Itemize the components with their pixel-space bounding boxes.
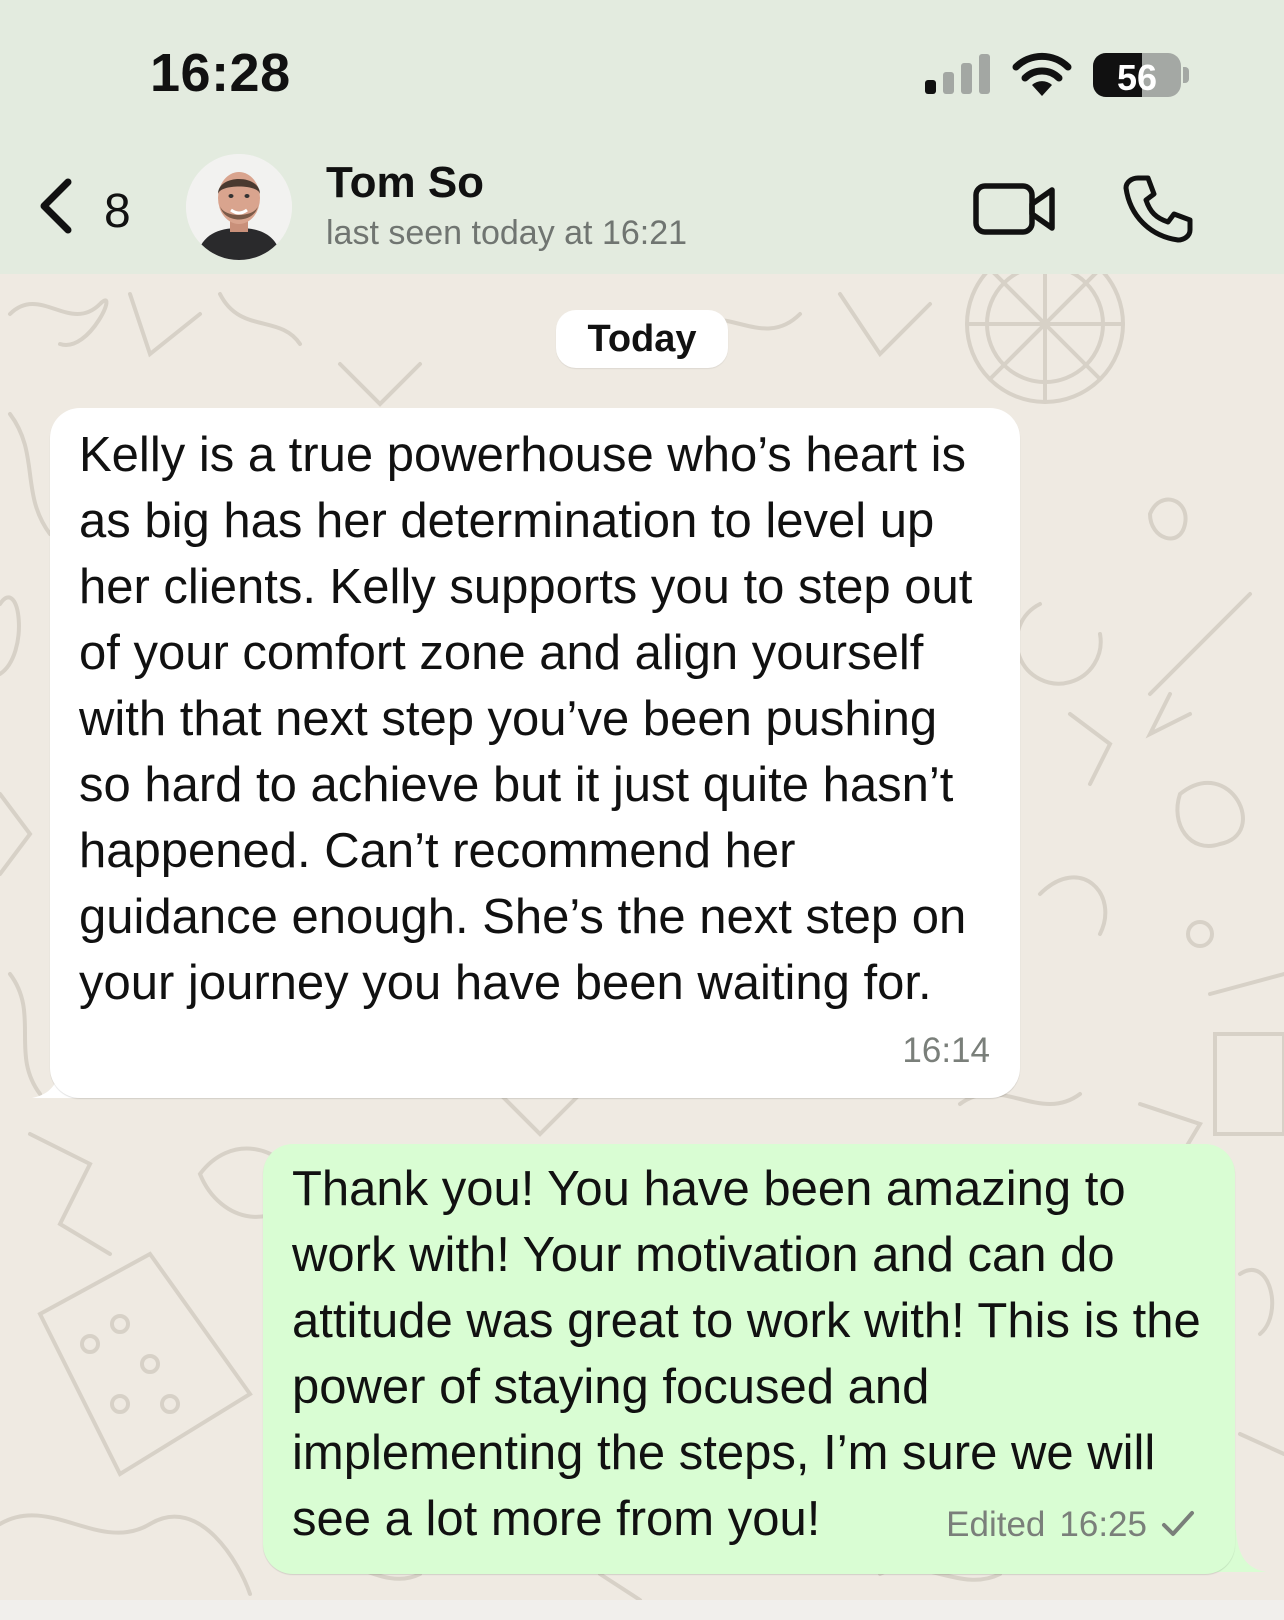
edited-label: Edited	[946, 1505, 1046, 1544]
battery-icon: 56	[1093, 53, 1181, 97]
voice-call-button[interactable]	[1120, 170, 1196, 246]
video-call-button[interactable]	[972, 174, 1062, 244]
unread-count: 8	[104, 185, 131, 238]
phone-icon	[1123, 175, 1193, 243]
back-chevron-icon	[40, 178, 72, 234]
last-seen-status: last seen today at 16:21	[326, 214, 688, 252]
battery-level: 56	[1116, 57, 1158, 97]
status-bar: 16:28 56	[0, 0, 1284, 140]
video-camera-icon	[973, 183, 1055, 235]
sent-check-icon	[1161, 1505, 1195, 1544]
bottom-edge	[0, 1600, 1284, 1620]
contact-avatar[interactable]	[186, 154, 292, 260]
incoming-message-time: 16:14	[902, 1031, 990, 1070]
cellular-signal-icon	[925, 54, 990, 94]
battery-tip	[1183, 67, 1189, 83]
outgoing-message-time: 16:25	[1059, 1505, 1147, 1544]
wifi-icon	[1012, 52, 1072, 96]
avatar-photo	[186, 154, 292, 260]
date-separator: Today	[556, 310, 728, 368]
contact-name[interactable]: Tom So	[326, 158, 484, 208]
status-time: 16:28	[150, 43, 291, 103]
outgoing-message-meta: Edited 16:25	[946, 1492, 1195, 1558]
outgoing-message-bubble[interactable]: Thank you! You have been amazing to work…	[263, 1144, 1235, 1574]
incoming-message-text: Kelly is a true powerhouse who’s heart i…	[79, 428, 973, 1010]
incoming-message-bubble[interactable]: Kelly is a true powerhouse who’s heart i…	[50, 408, 1020, 1098]
chat-header: 8 Tom So last seen today at 16:21	[0, 140, 1284, 274]
chat-area[interactable]: Today Kelly is a true powerhouse who’s h…	[0, 274, 1284, 1600]
back-button[interactable]: 8	[34, 172, 154, 238]
